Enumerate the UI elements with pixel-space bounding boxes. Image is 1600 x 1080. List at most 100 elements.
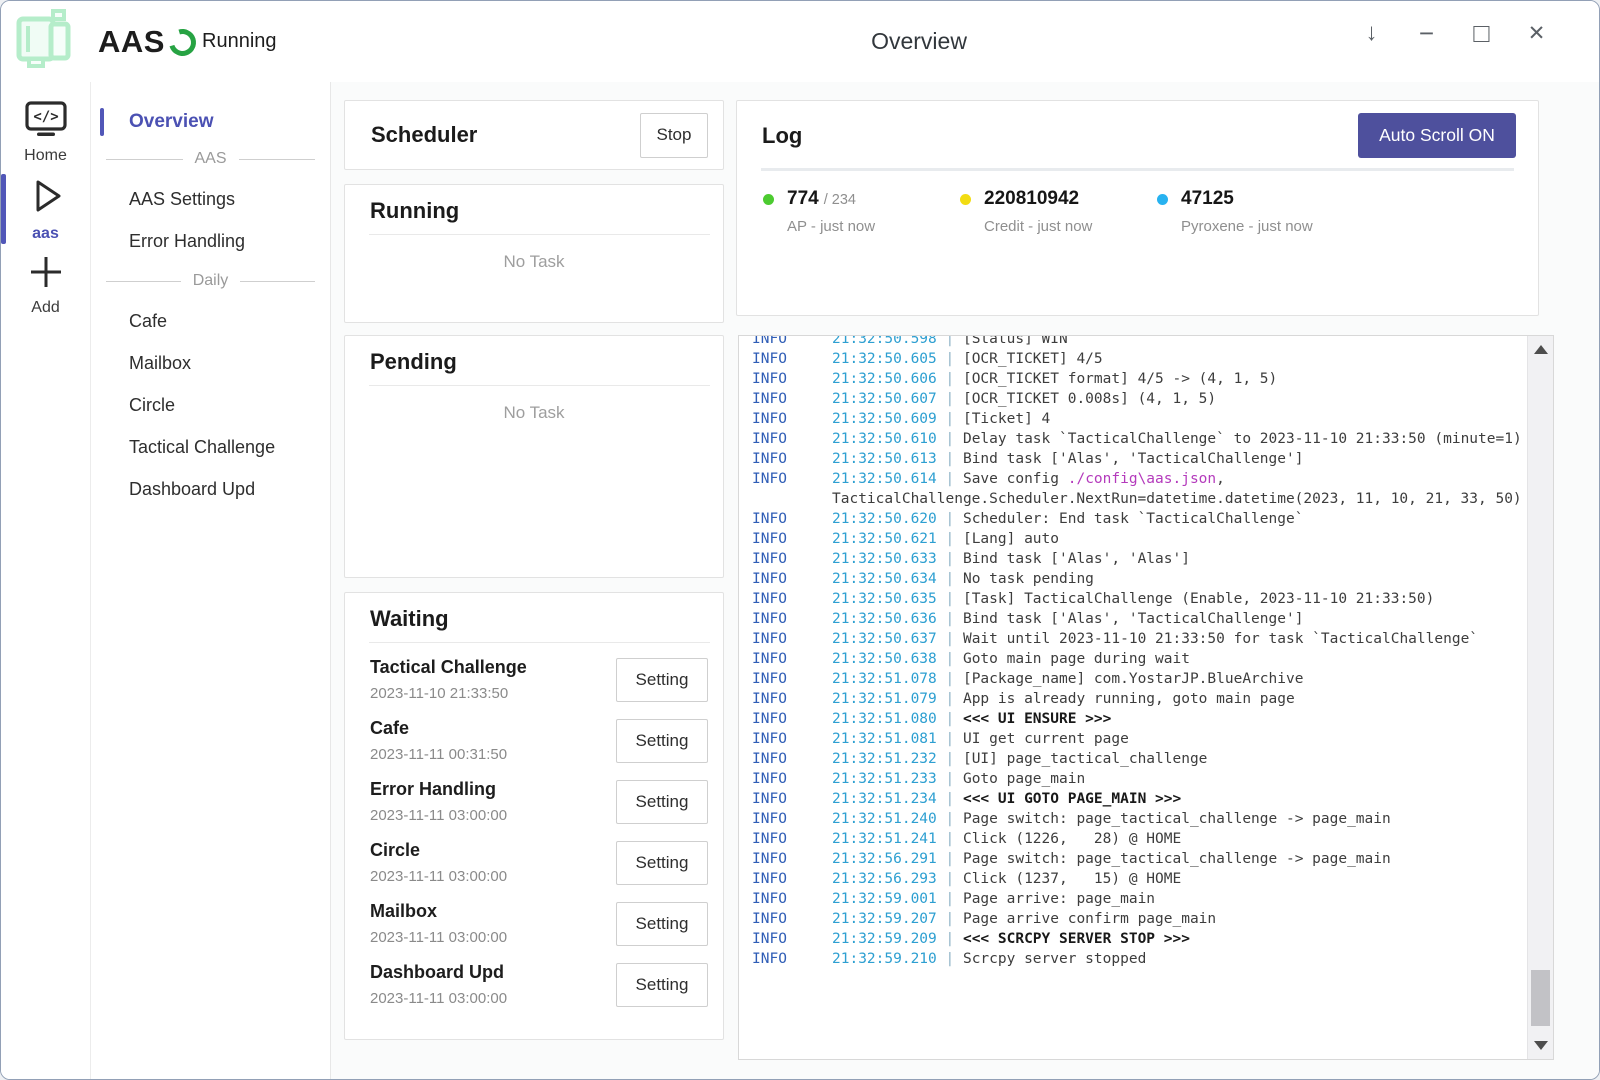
log-message-text: Page arrive: page_main — [963, 891, 1155, 907]
log-timestamp: 21:32:50.634 — [832, 571, 937, 587]
rail-item-add[interactable]: Add — [1, 247, 90, 323]
sidebar-nav: OverviewAASAAS SettingsError HandlingDai… — [91, 82, 331, 1079]
log-separator: | — [937, 871, 963, 887]
log-timestamp: 21:32:50.607 — [832, 391, 937, 407]
setting-button[interactable]: Setting — [616, 902, 708, 946]
close-button[interactable]: ✕ — [1509, 1, 1564, 65]
log-level: INFO — [752, 869, 832, 889]
waiting-task-info: Error Handling 2023-11-11 03:00:00 — [370, 779, 616, 824]
log-timestamp: 21:32:50.614 — [832, 471, 937, 487]
divider — [369, 385, 710, 386]
setting-button[interactable]: Setting — [616, 719, 708, 763]
log-entry: INFO21:32:50.598 | [Status] WIN — [752, 335, 1523, 349]
log-entry: INFO21:32:51.240 | Page switch: page_tac… — [752, 809, 1523, 829]
waiting-task-name: Dashboard Upd — [370, 962, 616, 983]
log-separator: | — [937, 351, 963, 367]
log-message-text: Page arrive confirm page_main — [963, 911, 1216, 927]
log-separator: | — [937, 471, 963, 487]
log-message-text: Bind task ['Alas', 'TacticalChallenge'] — [963, 611, 1303, 627]
sidebar-item-cafe[interactable]: Cafe — [91, 300, 330, 342]
sidebar-item-dashboard-upd[interactable]: Dashboard Upd — [91, 468, 330, 510]
stop-button[interactable]: Stop — [640, 113, 708, 158]
auto-scroll-button[interactable]: Auto Scroll ON — [1358, 113, 1516, 158]
rail-item-aas[interactable]: aas — [1, 171, 90, 247]
setting-button[interactable]: Setting — [616, 780, 708, 824]
waiting-list: Tactical Challenge2023-11-10 21:33:50Set… — [345, 643, 723, 1015]
download-icon: ↓ — [1366, 19, 1378, 47]
log-message-text: Scheduler: End task `TacticalChallenge` — [963, 511, 1303, 527]
log-timestamp: 21:32:50.606 — [832, 371, 937, 387]
scroll-up-icon[interactable] — [1534, 345, 1548, 354]
sidebar-group-divider: AAS — [91, 140, 330, 178]
log-message: 21:32:50.638 | Goto main page during wai… — [832, 649, 1523, 669]
sidebar-item-circle[interactable]: Circle — [91, 384, 330, 426]
log-timestamp: 21:32:51.232 — [832, 751, 937, 767]
log-separator: | — [937, 851, 963, 867]
log-level: INFO — [752, 729, 832, 749]
setting-button[interactable]: Setting — [616, 841, 708, 885]
log-separator: | — [937, 811, 963, 827]
maximize-button[interactable]: □ — [1454, 1, 1509, 65]
scheduler-status: Running — [202, 1, 277, 82]
minimize-button[interactable]: − — [1399, 1, 1454, 65]
log-message-text: No task pending — [963, 571, 1094, 587]
sidebar-item-overview[interactable]: Overview — [91, 104, 330, 140]
left-rail: </>HomeaasAdd — [1, 82, 91, 1079]
log-title: Log — [762, 123, 802, 149]
log-entry: INFO21:32:50.635 | [Task] TacticalChalle… — [752, 589, 1523, 609]
divider-line — [106, 281, 181, 282]
sidebar-item-tactical-challenge[interactable]: Tactical Challenge — [91, 426, 330, 468]
sidebar-item-label: Mailbox — [129, 353, 191, 374]
log-scrollbar[interactable] — [1527, 336, 1553, 1059]
log-message: 21:32:50.621 | [Lang] auto — [832, 529, 1523, 549]
log-timestamp: 21:32:50.635 — [832, 591, 937, 607]
stat-value: 774 — [787, 188, 819, 210]
log-timestamp: 21:32:50.637 — [832, 631, 937, 647]
waiting-task-next-run: 2023-11-11 03:00:00 — [370, 929, 616, 946]
resource-stat: 774/ 234AP - just now — [763, 188, 960, 235]
sidebar-item-label: AAS Settings — [129, 189, 235, 210]
setting-button[interactable]: Setting — [616, 963, 708, 1007]
log-message: 21:32:51.080 | <<< UI ENSURE >>> — [832, 709, 1523, 729]
sidebar-item-aas-settings[interactable]: AAS Settings — [91, 178, 330, 220]
resource-stat: 220810942Credit - just now — [960, 188, 1157, 235]
sidebar-item-error-handling[interactable]: Error Handling — [91, 220, 330, 262]
maximize-icon: □ — [1473, 18, 1489, 49]
stat-value-line: 774/ 234 — [787, 188, 960, 210]
log-level: INFO — [752, 529, 832, 549]
log-message-text: [OCR_TICKET] 4/5 — [963, 351, 1103, 367]
log-separator: | — [937, 611, 963, 627]
waiting-task-next-run: 2023-11-11 03:00:00 — [370, 807, 616, 824]
log-message: 21:32:59.001 | Page arrive: page_main — [832, 889, 1523, 909]
setting-button[interactable]: Setting — [616, 658, 708, 702]
log-level: INFO — [752, 389, 832, 409]
stat-dot-icon — [960, 194, 971, 205]
log-message-text: Click (1226, 28) @ HOME — [963, 831, 1181, 847]
log-separator: | — [937, 731, 963, 747]
log-message-text: <<< UI ENSURE >>> — [963, 711, 1111, 727]
rail-item-home[interactable]: </>Home — [1, 95, 90, 171]
log-message: 21:32:51.081 | UI get current page — [832, 729, 1523, 749]
stat-caption: Credit - just now — [984, 218, 1157, 235]
download-button[interactable]: ↓ — [1344, 1, 1399, 65]
sidebar-item-mailbox[interactable]: Mailbox — [91, 342, 330, 384]
waiting-task-name: Error Handling — [370, 779, 616, 800]
log-message-text: App is already running, goto main page — [963, 691, 1295, 707]
log-message: 21:32:50.636 | Bind task ['Alas', 'Tacti… — [832, 609, 1523, 629]
scroll-thumb[interactable] — [1531, 970, 1550, 1026]
log-level: INFO — [752, 769, 832, 789]
log-message: 21:32:50.606 | [OCR_TICKET format] 4/5 -… — [832, 369, 1523, 389]
sidebar-group-label: AAS — [195, 150, 227, 168]
log-separator: | — [937, 771, 963, 787]
log-entry: INFO21:32:50.606 | [OCR_TICKET format] 4… — [752, 369, 1523, 389]
scroll-down-icon[interactable] — [1534, 1041, 1548, 1050]
log-level: INFO — [752, 929, 832, 949]
log-message-text: Scrcpy server stopped — [963, 951, 1146, 967]
log-timestamp: 21:32:56.291 — [832, 851, 937, 867]
log-level: INFO — [752, 629, 832, 649]
page-title: Overview — [871, 1, 967, 82]
log-path-text: ./config\aas.json — [1068, 471, 1216, 487]
log-level: INFO — [752, 829, 832, 849]
running-card: Running No Task — [344, 184, 724, 323]
app-logo-icon — [11, 8, 77, 72]
